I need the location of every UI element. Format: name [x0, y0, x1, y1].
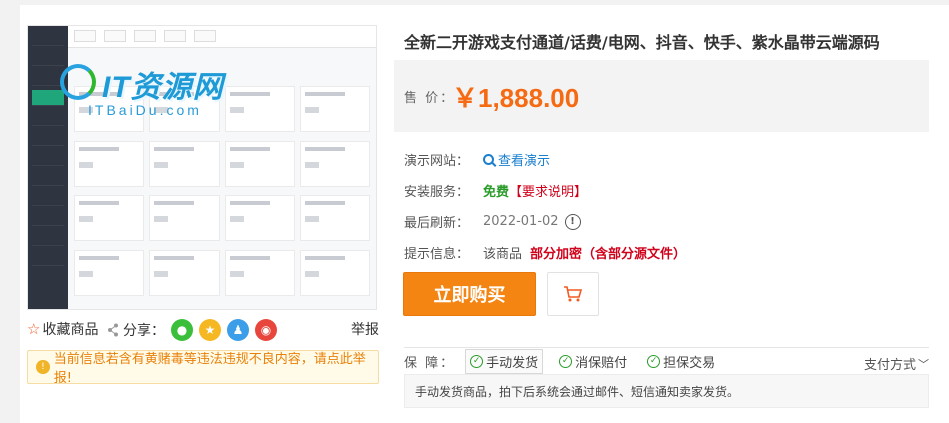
- price-value: ￥1,888.00: [452, 83, 580, 113]
- guarantee-escrow[interactable]: ✓ 担保交易: [643, 350, 719, 373]
- weibo-icon[interactable]: ◉: [255, 319, 277, 341]
- share-icon: [108, 323, 118, 337]
- preview-topbar: [68, 26, 376, 48]
- check-icon: ✓: [470, 354, 484, 368]
- refresh-date: 2022-01-02: [483, 214, 559, 229]
- refresh-row: 最后刷新： 2022-01-02 !: [404, 212, 581, 231]
- qzone-icon[interactable]: ★: [199, 319, 221, 341]
- add-to-cart-button[interactable]: [547, 272, 599, 316]
- buy-now-button[interactable]: 立即购买: [403, 272, 536, 316]
- watermark: IT资源网 ITBaiDu.com: [88, 71, 224, 118]
- qq-icon[interactable]: ♟: [227, 319, 249, 341]
- lightbulb-icon: !: [36, 360, 50, 374]
- check-icon: ✓: [647, 354, 661, 368]
- product-title: 全新二开游戏支付通道/话费/电网、抖音、快手、紫水晶带云端源码: [404, 33, 880, 52]
- report-link[interactable]: 举报: [351, 319, 379, 339]
- install-row: 安装服务： 免费 【要求说明】: [404, 181, 587, 200]
- guarantee-compensation[interactable]: ✓ 消保赔付: [555, 350, 631, 373]
- action-row: ☆ 收藏商品 分享： ● ★ ♟ ◉ 举报: [27, 316, 379, 341]
- star-icon: ☆: [27, 320, 41, 338]
- favorite-button[interactable]: ☆ 收藏商品: [27, 319, 98, 339]
- search-icon: [483, 154, 495, 165]
- tip-row: 提示信息： 该商品 部分加密（含部分源文件）: [404, 243, 686, 262]
- guarantee-description: 手动发货商品，拍下后系统会通过邮件、短信通知卖家发货。: [404, 374, 929, 408]
- cart-icon: [564, 286, 583, 302]
- check-icon: ✓: [559, 354, 573, 368]
- payment-methods-toggle[interactable]: 支付方式 ﹀: [864, 354, 929, 374]
- view-demo-link[interactable]: 查看演示: [483, 150, 550, 169]
- wechat-icon[interactable]: ●: [171, 319, 193, 341]
- encryption-status: 部分加密（含部分源文件）: [530, 247, 687, 262]
- price-label: 售 价：: [404, 91, 456, 106]
- guarantee-manual-delivery[interactable]: ✓ 手动发货: [465, 348, 544, 374]
- share-group: 分享： ● ★ ♟ ◉: [107, 319, 277, 341]
- info-icon[interactable]: !: [564, 213, 581, 230]
- product-preview-image[interactable]: IT资源网 ITBaiDu.com: [27, 25, 377, 310]
- price-box: 售 价： ￥1,888.00: [394, 60, 929, 132]
- chevron-down-icon: ﹀: [918, 357, 929, 371]
- install-requirements-link[interactable]: 【要求说明】: [509, 181, 587, 200]
- install-value: 免费: [483, 185, 510, 200]
- guarantee-bar: 保 障： ✓ 手动发货 ✓ 消保赔付 ✓ 担保交易 支付方式 ﹀: [404, 347, 929, 375]
- report-notice[interactable]: ! 当前信息若含有黄赌毒等违法违规不良内容，请点此举报!: [27, 350, 379, 386]
- demo-row: 演示网站： 查看演示: [404, 150, 550, 169]
